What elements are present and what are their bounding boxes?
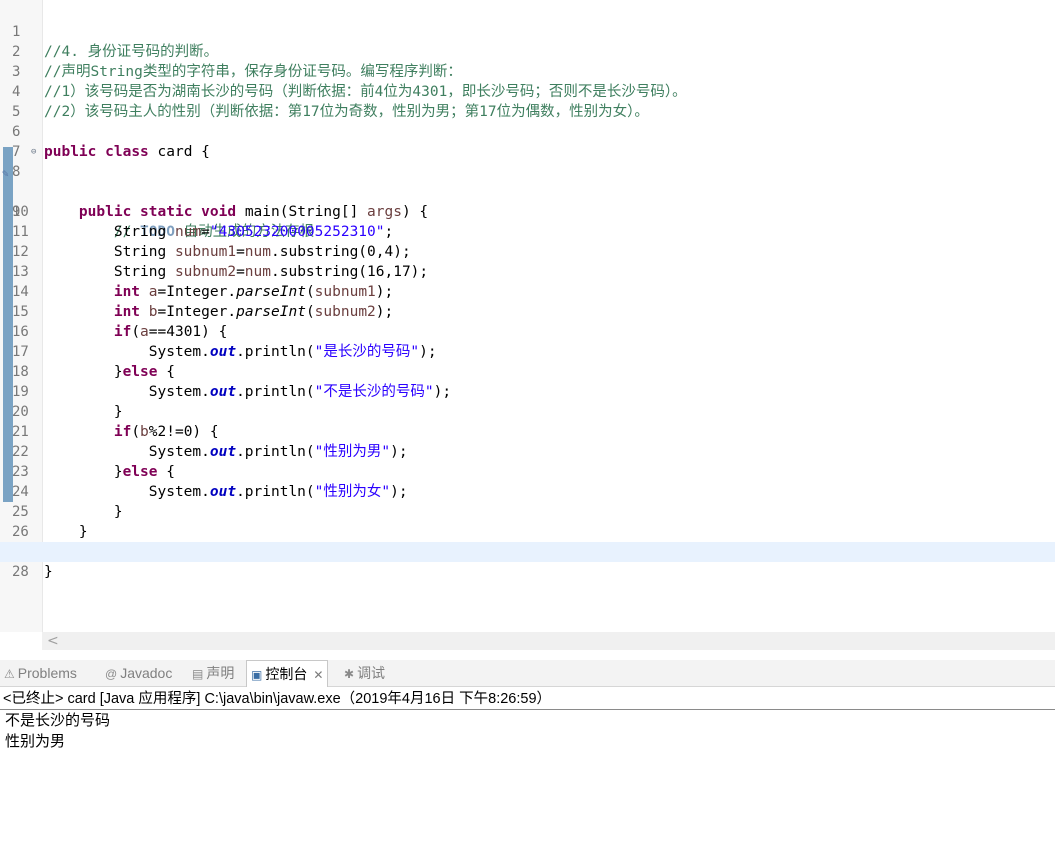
- code-line-24: 24 }: [12, 484, 123, 520]
- console-line: 不是长沙的号码: [5, 712, 111, 729]
- code-line-9: ✎ 9 // TODO 自动生成的方法存根: [0, 162, 1055, 240]
- task-marker-icon[interactable]: ✎: [2, 164, 9, 184]
- code-line-27: 27 }: [0, 522, 1055, 580]
- tab-debug[interactable]: ✱ 调试: [344, 660, 385, 686]
- code-line-15: 15 if(a==4301) {: [12, 304, 228, 340]
- code-lines[interactable]: 1 //4. 身份证号码的判断。 2 //声明String类型的字符串，保存身份…: [0, 2, 1055, 580]
- line-number: 28: [12, 564, 29, 580]
- code-line-28-current[interactable]: 28: [0, 542, 1055, 580]
- code-line-18: 18 System.out.println("不是长沙的号码");: [12, 364, 452, 400]
- code-line-4: 4 //2）该号码主人的性别（判断依据：第17位为奇数，性别为男；第17位为偶数…: [12, 84, 649, 120]
- code-line-13: 13 int a=Integer.parseInt(subnum1);: [12, 264, 394, 300]
- declaration-icon: ▤: [192, 667, 204, 681]
- code-line-26: 26: [0, 502, 1055, 540]
- code-line-19: 19 }: [12, 384, 123, 420]
- code-line-22: 22 }else {: [12, 444, 175, 480]
- code-line-7: 7: [0, 122, 1055, 160]
- code-line-6: 6 public class card {: [12, 124, 210, 160]
- problems-icon: ⚠: [4, 667, 15, 681]
- tab-console[interactable]: ▣ 控制台 ✕: [246, 660, 329, 687]
- code-line-12: 12 String subnum2=num.substring(16,17);: [12, 244, 429, 280]
- code-line-8: 8 ⊖ public static void main(String[] arg…: [0, 142, 1055, 220]
- console-icon: ▣: [251, 668, 263, 682]
- console-line: 性别为男: [5, 733, 66, 750]
- code-line-23: 23 System.out.println("性别为女");: [12, 464, 408, 500]
- horizontal-scrollbar[interactable]: <: [42, 632, 1055, 650]
- code-line-21: 21 System.out.println("性别为男");: [12, 424, 408, 460]
- code-line-10: 10 String num="430523200005252310";: [12, 204, 394, 240]
- tab-problems[interactable]: ⚠ Problems: [4, 660, 77, 686]
- code-line-14: 14 int b=Integer.parseInt(subnum2);: [12, 284, 394, 320]
- code-line-1: 1 //4. 身份证号码的判断。: [12, 24, 219, 60]
- tab-declaration[interactable]: ▤ 声明: [192, 660, 234, 686]
- code-line-16: 16 System.out.println("是长沙的号码");: [12, 324, 437, 360]
- tab-javadoc[interactable]: @ Javadoc: [105, 660, 172, 686]
- console-status-line: <已终止> card [Java 应用程序] C:\java\bin\javaw…: [0, 687, 1055, 710]
- code-line-17: 17 }else {: [12, 344, 175, 380]
- code-line-3: 3 //1）该号码是否为湖南长沙的号码（判断依据：前4位为4301，即长沙号码；…: [12, 64, 687, 100]
- panel-separator[interactable]: [0, 650, 1055, 660]
- code-line-25: 25 }: [12, 504, 88, 540]
- scroll-left-icon[interactable]: <: [47, 632, 59, 650]
- fold-toggle-icon[interactable]: ⊖: [31, 142, 36, 162]
- close-icon[interactable]: ✕: [313, 668, 323, 682]
- bottom-panel-tabbar: ⚠ Problems @ Javadoc ▤ 声明 ▣ 控制台 ✕ ✱ 调试: [0, 660, 1055, 687]
- code-line-5: 5: [0, 82, 1055, 120]
- code-line-2: 2 //声明String类型的字符串，保存身份证号码。编写程序判断：: [12, 44, 462, 80]
- code-line-11: 11 String subnum1=num.substring(0,4);: [12, 224, 411, 260]
- console-output[interactable]: 不是长沙的号码 性别为男: [0, 710, 1055, 752]
- code-line-20: 20 if(b%2!=0) {: [12, 404, 219, 440]
- javadoc-icon: @: [105, 667, 118, 681]
- debug-icon: ✱: [344, 667, 355, 681]
- code-editor[interactable]: 1 //4. 身份证号码的判断。 2 //声明String类型的字符串，保存身份…: [0, 0, 1055, 650]
